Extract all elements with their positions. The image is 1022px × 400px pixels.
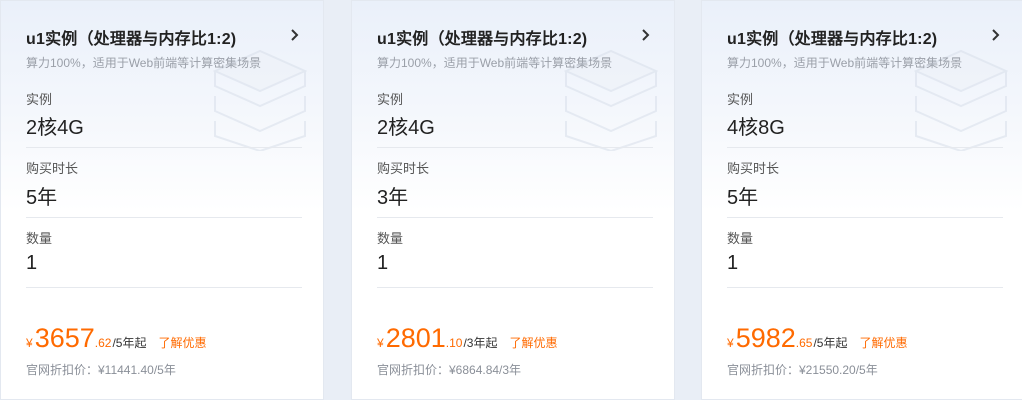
currency-symbol: ¥ <box>377 336 384 350</box>
instance-value[interactable]: 4核8G <box>727 111 785 140</box>
divider <box>727 287 1003 288</box>
price-integer: 2801 <box>385 323 446 353</box>
divider <box>727 217 1003 218</box>
price-row: ¥ 2801 .10 /3年起 了解优惠 <box>377 323 557 353</box>
divider <box>26 287 302 288</box>
chevron-right-icon[interactable] <box>289 26 301 44</box>
card-title: u1实例（处理器与内存比1:2) <box>727 31 938 48</box>
divider <box>377 287 653 288</box>
duration-value[interactable]: 5年 <box>26 181 57 210</box>
card-subtitle: 算力100%，适用于Web前端等计算密集场景 <box>377 56 613 70</box>
list-price: 官网折扣价：¥6864.84/3年 <box>377 363 522 377</box>
card-title: u1实例（处理器与内存比1:2) <box>26 31 237 48</box>
chevron-right-icon[interactable] <box>640 26 652 44</box>
instance-value[interactable]: 2核4G <box>26 111 84 140</box>
price-integer: 5982 <box>735 323 796 353</box>
price-decimal: .62 <box>94 336 112 350</box>
promo-link[interactable]: 了解优惠 <box>859 334 907 351</box>
divider <box>727 147 1003 148</box>
price-unit: /5年起 <box>813 336 848 350</box>
currency-symbol: ¥ <box>26 336 33 350</box>
list-price: 官网折扣价：¥11441.40/5年 <box>26 363 176 377</box>
promo-link[interactable]: 了解优惠 <box>158 334 206 351</box>
duration-label: 购买时长 <box>26 161 79 176</box>
duration-value[interactable]: 5年 <box>727 181 758 210</box>
divider <box>26 147 302 148</box>
divider <box>377 217 653 218</box>
instance-label: 实例 <box>377 92 404 107</box>
card-title: u1实例（处理器与内存比1:2) <box>377 31 588 48</box>
price-decimal: .10 <box>445 336 463 350</box>
price-integer: 3657 <box>34 323 95 353</box>
list-price: 官网折扣价：¥21550.20/5年 <box>727 363 878 377</box>
instance-value[interactable]: 2核4G <box>377 111 435 140</box>
duration-value[interactable]: 3年 <box>377 181 408 210</box>
price-row: ¥ 5982 .65 /5年起 了解优惠 <box>727 323 907 353</box>
divider <box>377 147 653 148</box>
quantity-value[interactable]: 1 <box>377 252 388 275</box>
product-card[interactable]: u1实例（处理器与内存比1:2) 算力100%，适用于Web前端等计算密集场景 … <box>351 0 675 400</box>
price-row: ¥ 3657 .62 /5年起 了解优惠 <box>26 323 206 353</box>
card-subtitle: 算力100%，适用于Web前端等计算密集场景 <box>727 56 963 70</box>
quantity-label: 数量 <box>377 231 404 246</box>
duration-label: 购买时长 <box>377 161 430 176</box>
price-decimal: .65 <box>795 336 813 350</box>
instance-label: 实例 <box>727 92 754 107</box>
quantity-label: 数量 <box>26 231 53 246</box>
product-card-list: u1实例（处理器与内存比1:2) 算力100%，适用于Web前端等计算密集场景 … <box>0 0 1022 400</box>
quantity-value[interactable]: 1 <box>727 252 738 275</box>
card-subtitle: 算力100%，适用于Web前端等计算密集场景 <box>26 56 262 70</box>
quantity-value[interactable]: 1 <box>26 252 37 275</box>
currency-symbol: ¥ <box>727 336 734 350</box>
product-card[interactable]: u1实例（处理器与内存比1:2) 算力100%，适用于Web前端等计算密集场景 … <box>701 0 1022 400</box>
promo-link[interactable]: 了解优惠 <box>509 334 557 351</box>
duration-label: 购买时长 <box>727 161 780 176</box>
price-unit: /5年起 <box>112 336 147 350</box>
quantity-label: 数量 <box>727 231 754 246</box>
instance-label: 实例 <box>26 92 53 107</box>
divider <box>26 217 302 218</box>
chevron-right-icon[interactable] <box>990 26 1002 44</box>
price-unit: /3年起 <box>463 336 498 350</box>
product-card[interactable]: u1实例（处理器与内存比1:2) 算力100%，适用于Web前端等计算密集场景 … <box>0 0 324 400</box>
